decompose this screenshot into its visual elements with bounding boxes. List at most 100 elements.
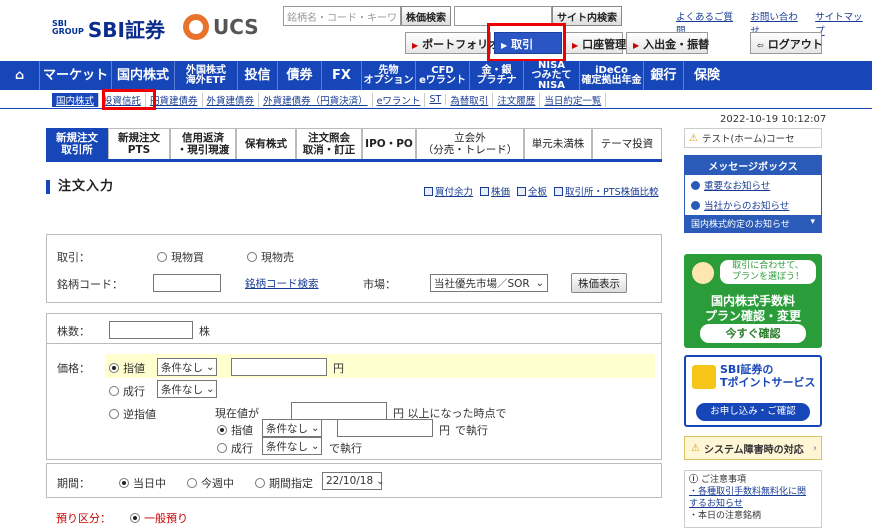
pts-compare-label: 取引所・PTS株価比較 bbox=[565, 187, 659, 198]
subnav-foreign-bond-yen[interactable]: 外貨建債券（円貨決済） bbox=[259, 92, 373, 107]
fee-free-notice-link[interactable]: ・各種取引手数料無料化に関 bbox=[689, 486, 817, 498]
mainnav-bond[interactable]: 債券 bbox=[278, 61, 322, 90]
subnav-ewarrant[interactable]: eワラント bbox=[373, 92, 426, 107]
fee-plan-banner[interactable]: 取引に合わせて、 プランを選ぼう！ 国内株式手数料 プラン確認・変更 今すぐ確認 bbox=[684, 254, 822, 348]
notice-title-row: ⓘ ご注意事項 bbox=[689, 474, 817, 486]
code-search-link[interactable]: 銘柄コード検索 bbox=[245, 276, 319, 291]
period-date-select[interactable]: 22/10/18 bbox=[322, 472, 382, 490]
radio-stop[interactable]: 逆指値 bbox=[109, 406, 156, 422]
subnav-order-history[interactable]: 注文履歴 bbox=[493, 92, 541, 107]
trigger-price-input[interactable] bbox=[291, 402, 387, 420]
mainnav-cfd-label: CFD bbox=[431, 64, 454, 76]
tab-order-inquiry[interactable]: 注文照会 取消・訂正 bbox=[296, 128, 362, 159]
buying-power-link[interactable]: 買付余力 bbox=[424, 184, 473, 198]
buying-power-label: 買付余力 bbox=[435, 187, 474, 198]
limit-price-input[interactable] bbox=[231, 358, 327, 376]
tab-new-order-exchange[interactable]: 新規注文 取引所 bbox=[46, 128, 108, 159]
mainnav-insurance[interactable]: 保険 bbox=[684, 61, 730, 90]
stop-market-condition-select[interactable]: 条件なし bbox=[262, 437, 322, 455]
mainnav-ideco[interactable]: iDeCo 確定拠出年金 bbox=[580, 61, 644, 90]
radio-general-deposit[interactable]: 一般預り bbox=[130, 510, 188, 526]
tab-margin-repay[interactable]: 信用返済 ・現引現渡 bbox=[170, 128, 236, 159]
nav-portfolio[interactable]: ▶ ポートフォリオ bbox=[405, 32, 499, 54]
sitemap-link[interactable]: サイトマップ bbox=[815, 9, 872, 37]
market-condition-select[interactable]: 条件なし bbox=[157, 380, 217, 398]
execution-notice-bar[interactable]: 国内株式約定のお知らせ ▾ bbox=[685, 215, 821, 232]
company-notice-link[interactable]: 当社からのお知らせ bbox=[685, 195, 821, 215]
page-title: 注文入力 bbox=[46, 180, 114, 194]
mainnav-bank[interactable]: 銀行 bbox=[644, 61, 684, 90]
quantity-input[interactable] bbox=[109, 321, 193, 339]
mainnav-foreign-stock-label: 外国株式 bbox=[186, 64, 226, 76]
ucs-logo[interactable]: UCS bbox=[183, 14, 259, 40]
tab-label: 新規注文 bbox=[56, 132, 98, 144]
radio-icon bbox=[217, 443, 227, 453]
radio-cash-sell[interactable]: 現物売 bbox=[247, 249, 294, 265]
check-now-button[interactable]: 今すぐ確認 bbox=[700, 324, 806, 343]
qty-label-text: 株数 bbox=[57, 325, 79, 338]
nav-account-label: 口座管理 bbox=[582, 38, 627, 51]
limit-condition-select[interactable]: 条件なし bbox=[157, 358, 217, 376]
nav-deposit[interactable]: ▶ 入出金・振替 bbox=[626, 32, 709, 54]
stock-search-button[interactable]: 株価検索 bbox=[401, 6, 451, 26]
mainnav-futures[interactable]: 先物 オプション bbox=[362, 61, 416, 90]
mainnav-fx[interactable]: FX bbox=[322, 61, 362, 90]
piggy-icon bbox=[692, 262, 714, 284]
stock-search-input[interactable]: 銘柄名・コード・キーワ bbox=[283, 6, 401, 26]
notice-title: ご注意事項 bbox=[701, 475, 747, 485]
radio-cash-sell-label: 現物売 bbox=[261, 251, 294, 264]
market-select[interactable]: 当社優先市場／SOR bbox=[430, 274, 548, 292]
stock-code-input[interactable] bbox=[153, 274, 221, 292]
tab-theme-invest[interactable]: テーマ投資 bbox=[592, 128, 662, 159]
radio-limit[interactable]: 指値 bbox=[109, 360, 145, 376]
tab-odd-lot[interactable]: 単元未満株 bbox=[524, 128, 592, 159]
radio-stop-market[interactable]: 成行 bbox=[217, 440, 253, 456]
stock-price-label: 株価 bbox=[491, 187, 511, 198]
subnav-foreign-bond[interactable]: 外貨建債券 bbox=[203, 92, 260, 107]
tab-ipo-po[interactable]: IPO・PO bbox=[362, 128, 416, 159]
caution-stocks-link[interactable]: ・本日の注意銘柄 bbox=[689, 510, 817, 522]
current-datetime: 2022-10-19 10:12:07 bbox=[720, 114, 827, 125]
header: SBI GROUP SBI証券 UCS 銘柄名・コード・キーワ 株価検索 サイト内… bbox=[0, 0, 872, 62]
mainnav-fund[interactable]: 投信 bbox=[238, 61, 278, 90]
mainnav-foreign-stock[interactable]: 外国株式 海外ETF bbox=[175, 61, 238, 90]
radio-stop-limit[interactable]: 指値 bbox=[217, 422, 253, 438]
important-notice-link[interactable]: 重要なお知らせ bbox=[685, 175, 821, 195]
stop-limit-condition-select[interactable]: 条件なし bbox=[262, 419, 322, 437]
home-icon[interactable]: ⌂ bbox=[0, 61, 40, 90]
tab-holdings[interactable]: 保有株式 bbox=[236, 128, 296, 159]
logout-button[interactable]: ⇦ ログアウト bbox=[750, 32, 823, 54]
execution-notice-label: 国内株式約定のお知らせ bbox=[691, 220, 790, 230]
tab-off-floor[interactable]: 立会外 （分売・トレード） bbox=[416, 128, 524, 159]
tpoint-banner[interactable]: SBI証券の Tポイントサービス お申し込み・ご確認 bbox=[684, 355, 822, 427]
stock-price-link[interactable]: 株価 bbox=[480, 184, 510, 198]
pts-compare-link[interactable]: 取引所・PTS株価比較 bbox=[554, 184, 659, 198]
radio-this-week[interactable]: 今週中 bbox=[187, 475, 234, 491]
fee-free-notice-link-cont[interactable]: するお知らせ bbox=[689, 498, 817, 510]
stop-limit-price-input[interactable] bbox=[337, 419, 433, 437]
deposit-label-text: 預り区分 bbox=[56, 512, 100, 525]
tpoint-apply-button[interactable]: お申し込み・ご確認 bbox=[696, 403, 810, 421]
radio-today[interactable]: 当日中 bbox=[119, 475, 166, 491]
radio-period-specify[interactable]: 期間指定 bbox=[255, 475, 313, 491]
fee-plan-subtitle: プラン確認・変更 bbox=[704, 309, 801, 323]
system-failure-link[interactable]: ⚠ システム障害時の対応 › bbox=[684, 436, 822, 460]
subnav-domestic-stock[interactable]: 国内株式 bbox=[52, 92, 100, 107]
radio-market[interactable]: 成行 bbox=[109, 383, 145, 399]
mainnav-domestic-stock[interactable]: 国内株式 bbox=[112, 61, 175, 90]
subnav-fx-trade[interactable]: 為替取引 bbox=[446, 92, 494, 107]
nav-account[interactable]: ▶ 口座管理 bbox=[565, 32, 627, 54]
radio-cash-buy[interactable]: 現物買 bbox=[157, 249, 204, 265]
info-icon bbox=[691, 200, 700, 210]
mainnav-nisa[interactable]: NISA つみたてNISA bbox=[524, 60, 580, 90]
mainnav-gold[interactable]: 金・銀 プラチナ bbox=[470, 61, 524, 90]
subnav-execution-list[interactable]: 当日約定一覧 bbox=[540, 92, 607, 107]
show-price-button[interactable]: 株価表示 bbox=[571, 273, 627, 293]
system-failure-label: システム障害時の対応 bbox=[703, 444, 804, 456]
subnav-st[interactable]: ST bbox=[425, 94, 447, 105]
sbi-logo[interactable]: SBI GROUP SBI証券 bbox=[52, 16, 165, 42]
mainnav-market[interactable]: マーケット bbox=[40, 61, 112, 90]
tab-new-order-pts[interactable]: 新規注文 PTS bbox=[108, 128, 170, 159]
full-board-link[interactable]: 全板 bbox=[517, 184, 547, 198]
mainnav-cfd[interactable]: CFD eワラント bbox=[416, 61, 470, 90]
